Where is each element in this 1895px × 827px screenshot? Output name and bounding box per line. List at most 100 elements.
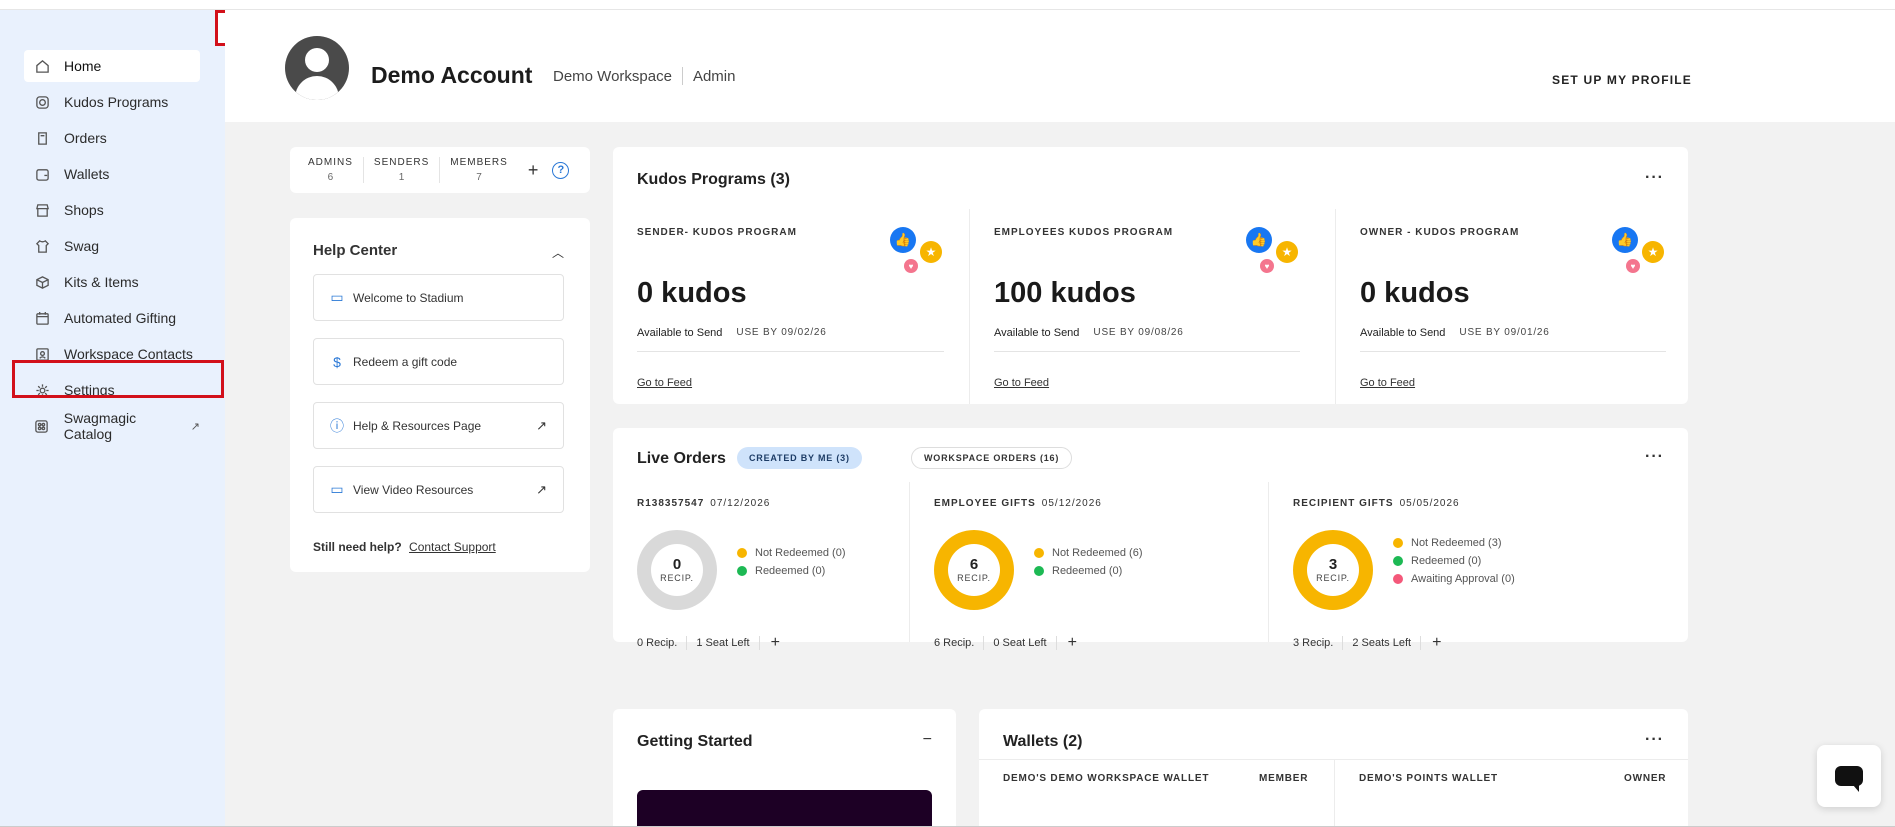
recipient-donut: 6 RECIP.	[934, 530, 1014, 610]
tab-workspace-orders[interactable]: WORKSPACE ORDERS (16)	[911, 447, 1073, 469]
footer-recipients: 6 Recip.	[934, 637, 975, 649]
home-icon	[34, 58, 50, 74]
heart-icon: ♥	[1260, 259, 1274, 273]
divider	[637, 351, 944, 352]
add-recipient-button[interactable]: +	[771, 634, 780, 652]
heart-icon: ♥	[1626, 259, 1640, 273]
sidebar-item-swag[interactable]: Swag	[24, 230, 200, 262]
order-date: 05/05/2026	[1399, 498, 1460, 509]
sidebar-item-shops[interactable]: Shops	[24, 194, 200, 226]
role-senders[interactable]: SENDERS 1	[364, 157, 441, 183]
divider	[758, 636, 760, 650]
legend-dot	[737, 566, 747, 576]
recipient-donut: 3 RECIP.	[1293, 530, 1373, 610]
sidebar-item-wallets[interactable]: Wallets	[24, 158, 200, 190]
help-item-redeem[interactable]: $ Redeem a gift code	[313, 338, 564, 385]
help-item-resources[interactable]: ⓘ Help & Resources Page ↗	[313, 402, 564, 449]
still-need-help-label: Still need help?	[313, 540, 402, 554]
wallet-name[interactable]: DEMO'S POINTS WALLET	[1359, 773, 1498, 784]
go-to-feed-link[interactable]: Go to Feed	[637, 377, 692, 389]
recipient-count: 3	[1328, 556, 1338, 573]
sidebar-item-kudos-programs[interactable]: Kudos Programs	[24, 86, 200, 118]
legend-item: Not Redeemed (0)	[737, 544, 846, 562]
getting-started-banner[interactable]	[637, 790, 932, 827]
kudos-value: 100 kudos	[994, 277, 1136, 309]
role-count: 7	[476, 172, 482, 183]
add-recipient-button[interactable]: +	[1432, 634, 1441, 652]
getting-started-title: Getting Started	[637, 733, 753, 750]
wallets-title: Wallets (2)	[1003, 733, 1083, 750]
use-by-date: USE BY 09/02/26	[736, 327, 827, 338]
legend-text: Awaiting Approval (0)	[1411, 573, 1515, 585]
legend-dot	[1393, 556, 1403, 566]
order-column[interactable]: EMPLOYEE GIFTS 05/12/2026 6 RECIP. Not Re…	[909, 482, 1267, 651]
legend-text: Redeemed (0)	[1411, 555, 1482, 567]
kudos-program-sender: SENDER- KUDOS PROGRAM 👍 ★ ♥ 0 kudos Avai…	[613, 209, 978, 404]
sidebar-item-label: Kudos Programs	[64, 94, 169, 110]
video-icon: ▭	[330, 289, 344, 305]
kudos-more-button[interactable]: ···	[1645, 169, 1664, 187]
kudos-value: 0 kudos	[637, 277, 747, 309]
external-link-icon: ↗	[536, 417, 547, 433]
legend-text: Redeemed (0)	[1052, 565, 1123, 577]
getting-started-card: Getting Started −	[613, 709, 956, 827]
add-member-button[interactable]: +	[528, 160, 539, 181]
legend-dot	[1034, 566, 1044, 576]
chat-widget-button[interactable]	[1817, 745, 1881, 807]
tab-created-by-me[interactable]: CREATED BY ME (3)	[737, 447, 862, 469]
divider	[681, 67, 683, 85]
still-need-help: Still need help? Contact Support	[313, 540, 496, 554]
setup-profile-link[interactable]: SET UP MY PROFILE	[1552, 73, 1692, 87]
thumbs-up-icon: 👍	[1246, 227, 1272, 253]
sidebar-item-orders[interactable]: Orders	[24, 122, 200, 154]
role-admins[interactable]: ADMINS 6	[298, 157, 364, 183]
order-column[interactable]: RECIPIENT GIFTS 05/05/2026 3 RECIP. Not R…	[1268, 482, 1626, 651]
divider	[1334, 759, 1335, 827]
role-members[interactable]: MEMBERS 7	[440, 157, 518, 183]
sidebar-item-label: Automated Gifting	[64, 310, 177, 326]
wallets-card: Wallets (2) ··· DEMO'S DEMO WORKSPACE WA…	[979, 709, 1688, 827]
wallet-role: MEMBER	[1259, 773, 1309, 784]
order-name: RECIPIENT GIFTS	[1293, 498, 1394, 509]
legend-text: Not Redeemed (3)	[1411, 537, 1502, 549]
calendar-icon	[34, 310, 50, 326]
add-recipient-button[interactable]: +	[1068, 634, 1077, 652]
order-footer: 6 Recip. 0 Seat Left +	[934, 634, 1077, 652]
legend-item: Not Redeemed (3)	[1393, 534, 1515, 552]
live-orders-title: Live Orders	[637, 450, 726, 467]
sidebar-item-label: Wallets	[64, 166, 110, 182]
role-label: ADMINS	[308, 157, 353, 168]
dollar-icon: $	[333, 353, 341, 370]
sidebar-item-kits-items[interactable]: Kits & Items	[24, 266, 200, 298]
avatar[interactable]	[285, 36, 349, 100]
use-by-date: USE BY 09/01/26	[1459, 327, 1550, 338]
sidebar-item-automated-gifting[interactable]: Automated Gifting	[24, 302, 200, 334]
help-item-welcome[interactable]: ▭ Welcome to Stadium	[313, 274, 564, 321]
collapse-button[interactable]: −	[923, 731, 932, 749]
chevron-up-icon[interactable]: ︿	[552, 244, 564, 261]
go-to-feed-link[interactable]: Go to Feed	[994, 377, 1049, 389]
legend-text: Not Redeemed (6)	[1052, 547, 1143, 559]
wallets-more-button[interactable]: ···	[1645, 731, 1664, 749]
contact-support-link[interactable]: Contact Support	[409, 540, 496, 554]
account-name: Demo Account	[371, 62, 533, 88]
recipient-count: 6	[969, 556, 979, 573]
main-content: ADMINS 6 SENDERS 1 MEMBERS 7 + ? Help Ce…	[225, 122, 1895, 827]
kudos-program-employees: EMPLOYEES KUDOS PROGRAM 👍 ★ ♥ 100 kudos …	[969, 209, 1334, 404]
orders-more-button[interactable]: ···	[1645, 448, 1664, 466]
role-count: 1	[398, 172, 405, 183]
go-to-feed-link[interactable]: Go to Feed	[1360, 377, 1415, 389]
sidebar-item-swagmagic-catalog[interactable]: Swagmagic Catalog ↗	[24, 410, 200, 442]
order-legend: Not Redeemed (6) Redeemed (0)	[1034, 544, 1143, 580]
help-item-label: Welcome to Stadium	[353, 290, 464, 305]
legend-item: Redeemed (0)	[1393, 552, 1515, 570]
program-label: SENDER- KUDOS PROGRAM	[637, 227, 797, 238]
available-label: Available to Send	[1360, 327, 1446, 339]
order-header: R138357547 07/12/2026	[637, 498, 770, 509]
help-icon[interactable]: ?	[552, 161, 570, 179]
star-icon: ★	[920, 241, 942, 263]
wallet-icon	[34, 166, 50, 182]
sidebar-item-home[interactable]: Home	[24, 50, 200, 82]
help-item-videos[interactable]: ▭ View Video Resources ↗	[313, 466, 564, 513]
wallet-name[interactable]: DEMO'S DEMO WORKSPACE WALLET	[1003, 773, 1209, 784]
